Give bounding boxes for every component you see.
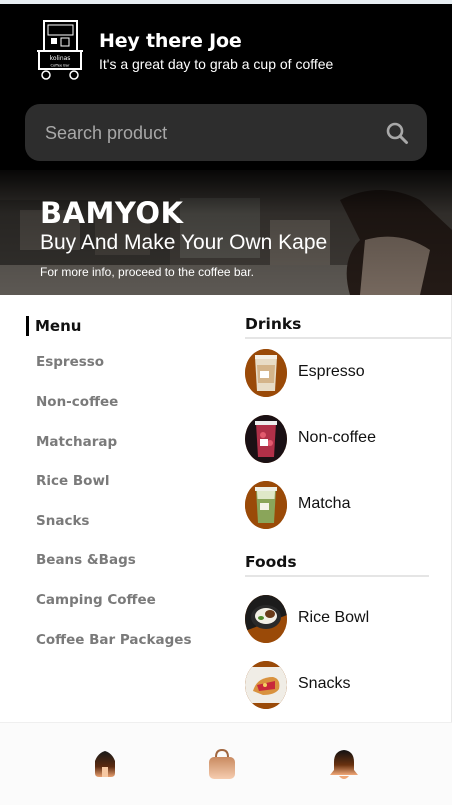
logo-text: kolinas (50, 55, 71, 62)
menu-item-beans-bags[interactable]: Beans &Bags (36, 552, 136, 568)
drinks-divider (245, 337, 451, 339)
product-label: Rice Bowl (298, 609, 370, 626)
home-icon[interactable] (88, 747, 122, 783)
product-non-coffee[interactable]: Non-coffee (245, 415, 445, 463)
product-label: Snacks (298, 675, 351, 692)
logo-subtext: Coffee Bar (51, 64, 70, 68)
bottom-nav (0, 722, 452, 805)
search-bar[interactable] (25, 104, 427, 161)
product-rice-bowl[interactable]: Rice Bowl (245, 595, 445, 643)
banner-title: BAMYOK (40, 196, 184, 230)
foods-divider (245, 575, 429, 577)
product-label: Matcha (298, 495, 351, 512)
drinks-heading: Drinks (245, 315, 302, 333)
espresso-thumbnail (245, 349, 287, 397)
greeting-subtitle: It's a great day to grab a cup of coffee (99, 56, 334, 72)
menu-item-espresso[interactable]: Espresso (36, 354, 104, 370)
menu-item-coffee-bar-packages[interactable]: Coffee Bar Packages (36, 632, 191, 648)
banner-subtitle: Buy And Make Your Own Kape (40, 231, 328, 254)
snacks-thumbnail (245, 661, 287, 709)
menu-heading: Menu (26, 316, 81, 336)
menu-item-non-coffee[interactable]: Non-coffee (36, 394, 118, 410)
rice-bowl-thumbnail (245, 595, 287, 643)
bell-icon[interactable] (327, 747, 361, 783)
greeting-title: Hey there Joe (99, 30, 242, 52)
product-snacks[interactable]: Snacks (245, 661, 445, 709)
non-coffee-thumbnail (245, 415, 287, 463)
product-label: Espresso (298, 363, 365, 380)
menu-item-matcharap[interactable]: Matcharap (36, 434, 117, 450)
matcha-thumbnail (245, 481, 287, 529)
search-input[interactable] (45, 118, 375, 148)
product-matcha[interactable]: Matcha (245, 481, 445, 529)
foods-heading: Foods (245, 553, 297, 571)
menu-item-snacks[interactable]: Snacks (36, 513, 89, 529)
promo-banner[interactable]: BAMYOK Buy And Make Your Own Kape For mo… (0, 170, 452, 295)
brand-logo: kolinas Coffee Bar (37, 20, 83, 80)
menu-item-camping-coffee[interactable]: Camping Coffee (36, 592, 156, 608)
menu-item-rice-bowl[interactable]: Rice Bowl (36, 473, 110, 489)
search-icon[interactable] (385, 121, 409, 145)
header: kolinas Coffee Bar Hey there Joe It's a … (0, 4, 452, 170)
product-label: Non-coffee (298, 429, 376, 446)
banner-note: For more info, proceed to the coffee bar… (40, 265, 254, 279)
app-screen: kolinas Coffee Bar Hey there Joe It's a … (0, 0, 452, 805)
product-espresso[interactable]: Espresso (245, 349, 445, 397)
shopping-bag-icon[interactable] (205, 747, 239, 783)
